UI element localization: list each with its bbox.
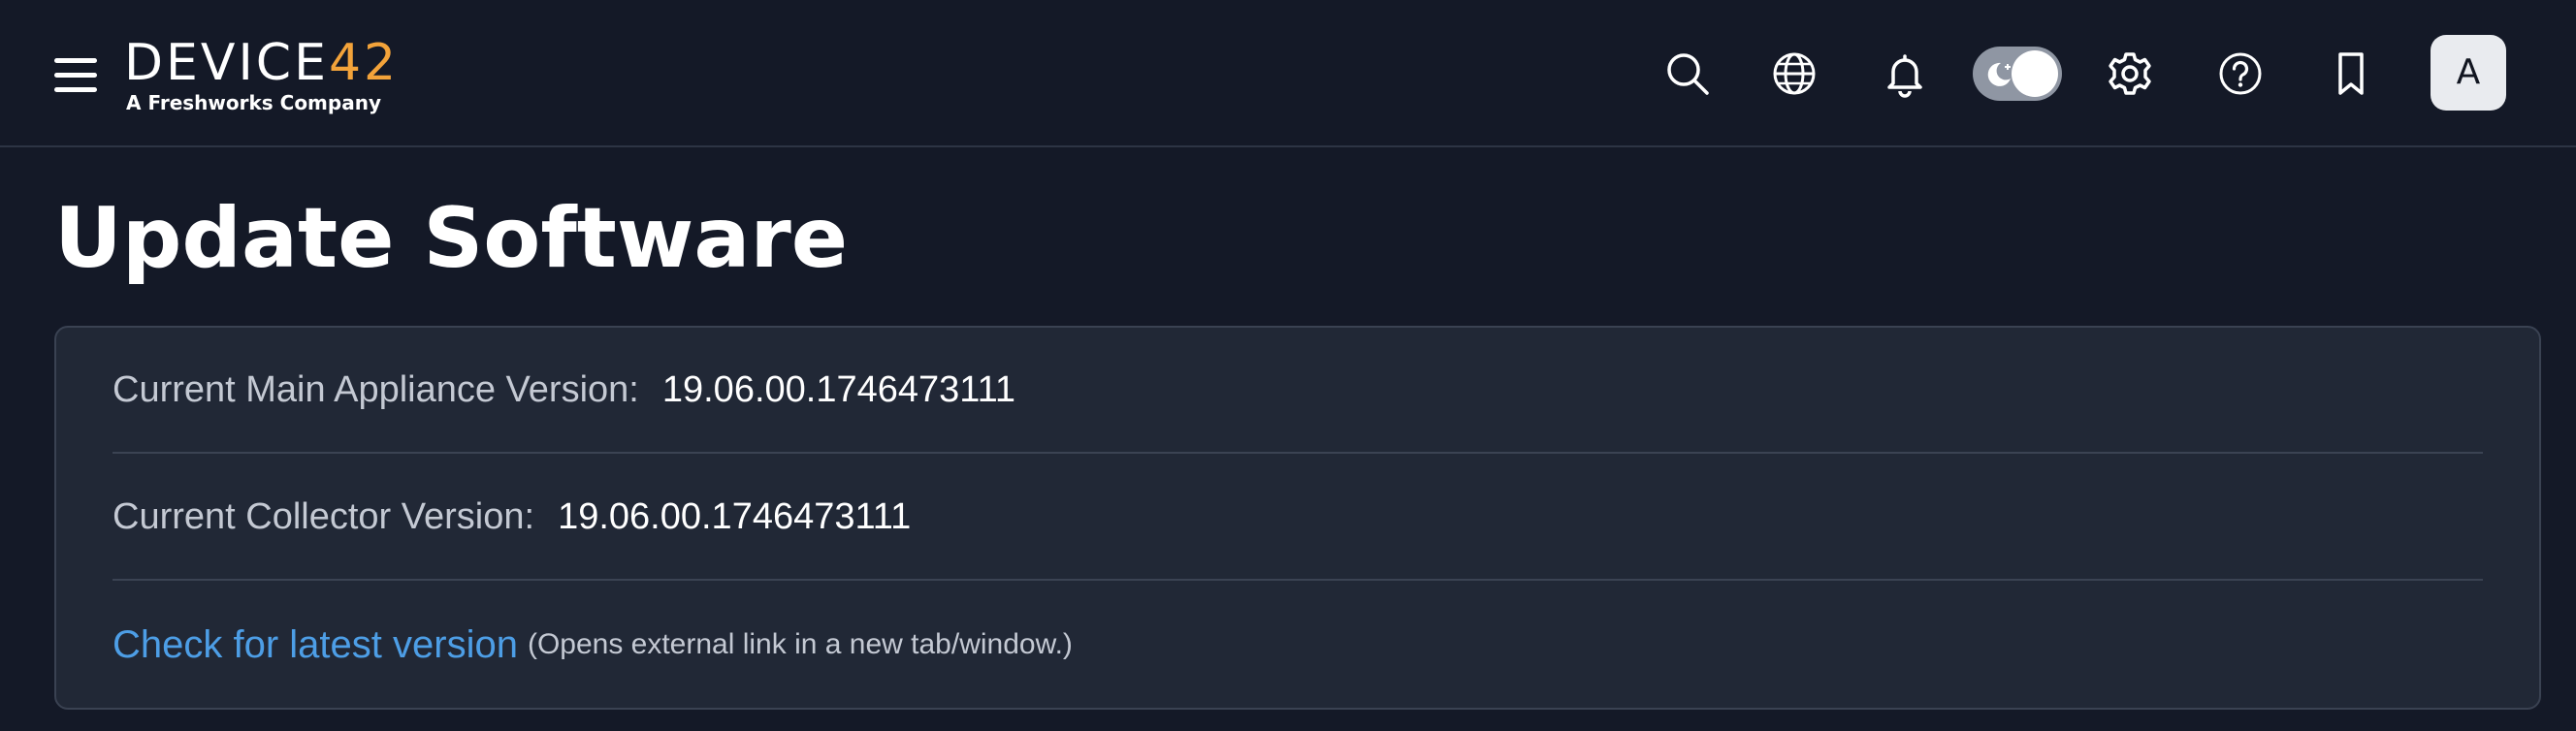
globe-icon[interactable]: [1765, 45, 1823, 103]
main-appliance-version-row: Current Main Appliance Version: 19.06.00…: [113, 328, 2483, 454]
logo-tagline: A Freshworks Company: [126, 91, 381, 114]
logo-wordmark: DEVICE42: [124, 34, 400, 92]
help-icon[interactable]: [2211, 45, 2270, 103]
bookmark-icon[interactable]: [2322, 45, 2380, 103]
bell-icon[interactable]: [1876, 45, 1934, 103]
top-navigation-bar: DEVICE42 A Freshworks Company A: [0, 0, 2576, 147]
collector-version-label: Current Collector Version:: [113, 495, 535, 537]
device42-logo[interactable]: DEVICE42 A Freshworks Company: [124, 37, 399, 114]
page-title: Update Software: [54, 190, 849, 287]
collector-version-row: Current Collector Version: 19.06.00.1746…: [113, 455, 2483, 581]
moon-icon: [1987, 62, 2011, 86]
search-icon[interactable]: [1658, 45, 1717, 103]
main-appliance-version-value: 19.06.00.1746473111: [661, 368, 1016, 410]
menu-icon[interactable]: [54, 58, 97, 93]
theme-toggle[interactable]: [1973, 47, 2062, 101]
toggle-knob: [2012, 50, 2058, 97]
external-link-note: (Opens external link in a new tab/window…: [527, 628, 1073, 660]
check-latest-version-link[interactable]: Check for latest version: [113, 623, 518, 667]
version-info-panel: Current Main Appliance Version: 19.06.00…: [54, 326, 2541, 710]
main-appliance-version-label: Current Main Appliance Version:: [113, 368, 639, 410]
user-avatar[interactable]: A: [2431, 35, 2506, 111]
check-latest-row: Check for latest version (Opens external…: [113, 582, 2483, 708]
collector-version-value: 19.06.00.1746473111: [558, 495, 912, 537]
gear-icon[interactable]: [2101, 45, 2159, 103]
